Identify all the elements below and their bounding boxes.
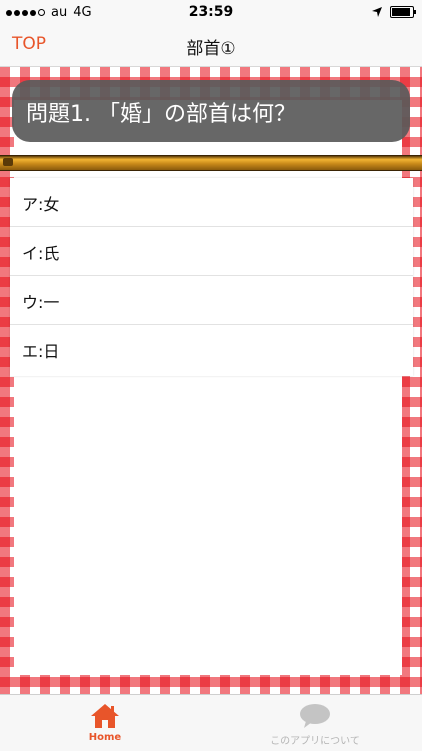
tab-about-label: このアプリについて (270, 736, 360, 747)
page-title: 部首① (186, 39, 236, 59)
answer-list: ア:女 イ:氏 ウ:一 エ:日 (10, 178, 413, 376)
location-arrow-icon (372, 7, 382, 17)
answer-option-a[interactable]: ア:女 (10, 178, 413, 227)
wooden-divider (0, 155, 422, 171)
answer-option-i[interactable]: イ:氏 (10, 227, 413, 276)
answer-option-e[interactable]: エ:日 (10, 325, 413, 374)
status-time: 23:59 (188, 4, 234, 20)
status-bar: au 4G 23:59 (0, 0, 422, 26)
tab-about[interactable]: このアプリについて (240, 703, 390, 747)
question-bubble: 問題1. 「婚」の部首は何？ (12, 80, 410, 142)
tab-bar: Home このアプリについて (0, 694, 422, 751)
home-icon (91, 704, 119, 728)
navigation-bar: TOP 部首① (0, 26, 422, 67)
speech-bubble-icon (300, 704, 330, 728)
tab-home-label: Home (88, 732, 122, 743)
divider-cap (3, 158, 13, 166)
answer-option-u[interactable]: ウ:一 (10, 276, 413, 325)
battery-icon (390, 6, 416, 18)
status-right (372, 6, 416, 18)
tab-home[interactable]: Home (30, 703, 180, 743)
